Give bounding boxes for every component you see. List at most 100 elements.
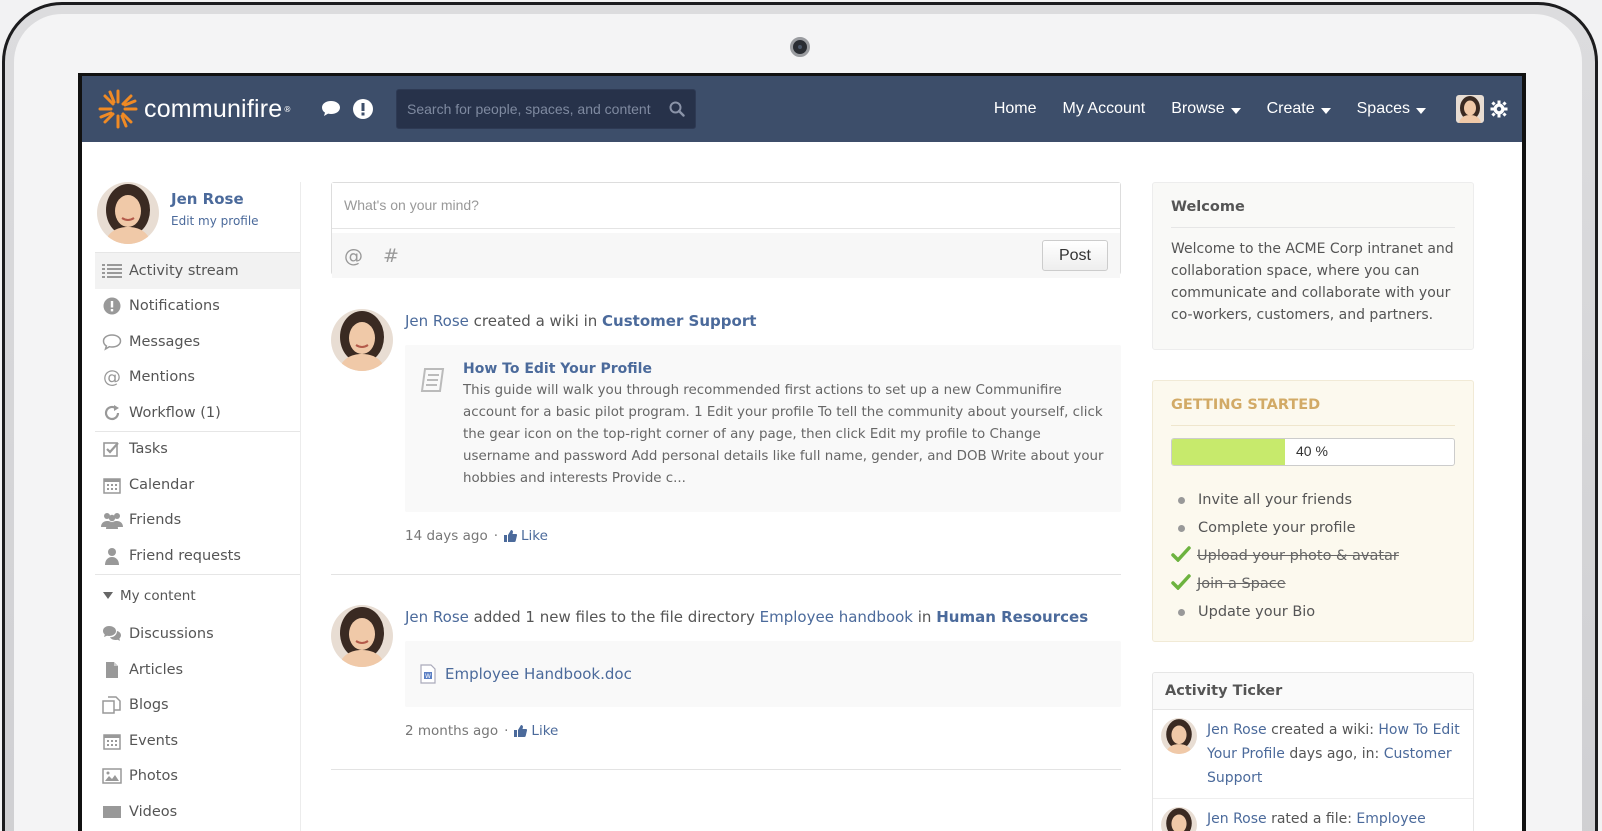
progress-fill [1172, 439, 1285, 465]
book-icon [419, 361, 449, 496]
avatar[interactable] [1161, 807, 1197, 831]
mention-button[interactable]: @ [344, 245, 363, 267]
nav-home[interactable]: Home [994, 100, 1037, 118]
action-text: added 1 new files to the file directory [468, 608, 760, 626]
triangle-down-icon [103, 592, 113, 599]
my-content-toggle[interactable]: My content [95, 575, 301, 617]
sidebar-item-notifications[interactable]: Notifications [95, 289, 301, 325]
sidebar-item-activity-stream[interactable]: Activity stream [95, 253, 301, 289]
post-button[interactable]: Post [1042, 240, 1108, 271]
sidebar-item-videos[interactable]: Videos [95, 794, 301, 830]
sidebar-item-label: Messages [129, 333, 201, 350]
action-text: created a wiki: [1266, 722, 1379, 738]
space-link[interactable]: Customer Support [602, 312, 756, 330]
space-link[interactable]: Human Resources [936, 608, 1088, 626]
wiki-excerpt: This guide will walk you through recomme… [463, 383, 1104, 486]
brand-logo[interactable]: communifire ® [96, 87, 320, 131]
sidebar-item-tasks[interactable]: Tasks [95, 432, 301, 468]
checklist-item[interactable]: Join a Space [1171, 570, 1455, 598]
sidebar-item-workflow[interactable]: Workflow (1) [95, 395, 301, 431]
hashtag-button[interactable]: # [383, 245, 399, 267]
checklist-item[interactable]: Upload your photo & avatar [1171, 542, 1455, 570]
bullet-icon [1178, 496, 1185, 504]
welcome-title: Welcome [1171, 199, 1455, 228]
nav-browse-label: Browse [1171, 100, 1225, 117]
search-input[interactable] [407, 101, 669, 117]
page-content: Jen Rose Edit my profile Activity stream… [82, 142, 1522, 831]
chat-icon [101, 624, 123, 644]
wiki-preview: How To Edit Your Profile This guide will… [405, 345, 1121, 512]
actor-link[interactable]: Jen Rose [405, 312, 469, 330]
sidebar-item-label: Articles [129, 661, 184, 678]
sidebar-item-label: Calendar [129, 476, 195, 493]
profile-avatar[interactable] [97, 182, 159, 244]
user-avatar[interactable] [1456, 95, 1484, 123]
sidebar-item-discussions[interactable]: Discussions [95, 617, 301, 653]
sidebar-item-friends[interactable]: Friends [95, 503, 301, 539]
checklist-label: Invite all your friends [1198, 492, 1353, 508]
checklist-item[interactable]: Update your Bio [1171, 598, 1455, 626]
checklist-item[interactable]: Complete your profile [1171, 514, 1455, 542]
gear-icon[interactable] [1490, 100, 1508, 118]
checklist-item[interactable]: Invite all your friends [1171, 486, 1455, 514]
checklist: Invite all your friends Complete your pro… [1171, 486, 1455, 626]
avatar[interactable] [331, 605, 393, 667]
webcam [790, 37, 810, 57]
like-label: Like [531, 723, 559, 739]
sidebar-item-articles[interactable]: Articles [95, 652, 301, 688]
sidebar-item-calendar[interactable]: Calendar [95, 467, 301, 503]
feed-item: Jen Rose created a wiki in Customer Supp… [331, 309, 1121, 544]
action-text: rated a file: [1266, 811, 1357, 827]
directory-link[interactable]: Employee handbook [760, 608, 913, 626]
nav-browse[interactable]: Browse [1171, 100, 1241, 118]
alert-exclamation-icon[interactable] [352, 98, 374, 120]
sidebar-item-events[interactable]: Events [95, 723, 301, 759]
profile-card: Jen Rose Edit my profile [95, 182, 301, 252]
wiki-title-link[interactable]: How To Edit Your Profile [463, 361, 1109, 377]
bullet-icon [1178, 524, 1185, 532]
person-icon [101, 546, 123, 566]
like-button[interactable]: Like [514, 723, 558, 739]
messages-bubble-icon[interactable] [320, 98, 342, 120]
actor-link[interactable]: Jen Rose [1207, 722, 1267, 738]
actor-link[interactable]: Jen Rose [1207, 811, 1267, 827]
nav-my-account[interactable]: My Account [1063, 100, 1146, 118]
calendar-icon [101, 475, 123, 495]
like-button[interactable]: Like [504, 528, 548, 544]
feed-meta: 14 days ago · Like [405, 528, 1121, 544]
sidebar-item-blogs[interactable]: Blogs [95, 688, 301, 724]
progress-bar: 40 % [1171, 438, 1455, 466]
bullet-icon [1178, 608, 1185, 616]
timestamp: 2 months ago [405, 723, 499, 739]
chevron-down-icon [1230, 107, 1241, 114]
sidebar-item-messages[interactable]: Messages [95, 324, 301, 360]
search-icon[interactable] [669, 101, 685, 117]
ticker-title: Activity Ticker [1153, 673, 1473, 710]
sidebar-item-friend-requests[interactable]: Friend requests [95, 538, 301, 574]
welcome-text: Welcome to the ACME Corp intranet and co… [1171, 241, 1454, 323]
progress-label: 40 % [1296, 443, 1328, 459]
profile-name[interactable]: Jen Rose [171, 190, 259, 208]
brand-registered: ® [283, 104, 292, 114]
file-link[interactable]: Employee [1356, 811, 1425, 827]
speech-bubble-icon [101, 332, 123, 352]
avatar[interactable] [331, 309, 393, 371]
sidebar-item-label: Events [129, 732, 179, 749]
status-input[interactable] [332, 183, 1120, 229]
meta-separator: · [493, 528, 499, 544]
checklist-label: Upload your photo & avatar [1197, 548, 1399, 564]
refresh-icon [101, 403, 123, 423]
status-composer: @ # Post [331, 182, 1121, 278]
nav-create[interactable]: Create [1267, 100, 1331, 118]
sidebar-item-photos[interactable]: Photos [95, 759, 301, 795]
calendar-icon [101, 731, 123, 751]
avatar[interactable] [1161, 718, 1197, 754]
file-link[interactable]: Employee Handbook.doc [445, 665, 632, 683]
section-label: My content [120, 587, 196, 604]
edit-profile-link[interactable]: Edit my profile [171, 214, 259, 228]
sidebar-item-mentions[interactable]: @ Mentions [95, 360, 301, 396]
suffix-text: days ago, in: [1284, 746, 1384, 762]
nav-spaces[interactable]: Spaces [1357, 100, 1426, 118]
sidebar-item-label: Photos [129, 768, 178, 785]
actor-link[interactable]: Jen Rose [405, 608, 469, 626]
